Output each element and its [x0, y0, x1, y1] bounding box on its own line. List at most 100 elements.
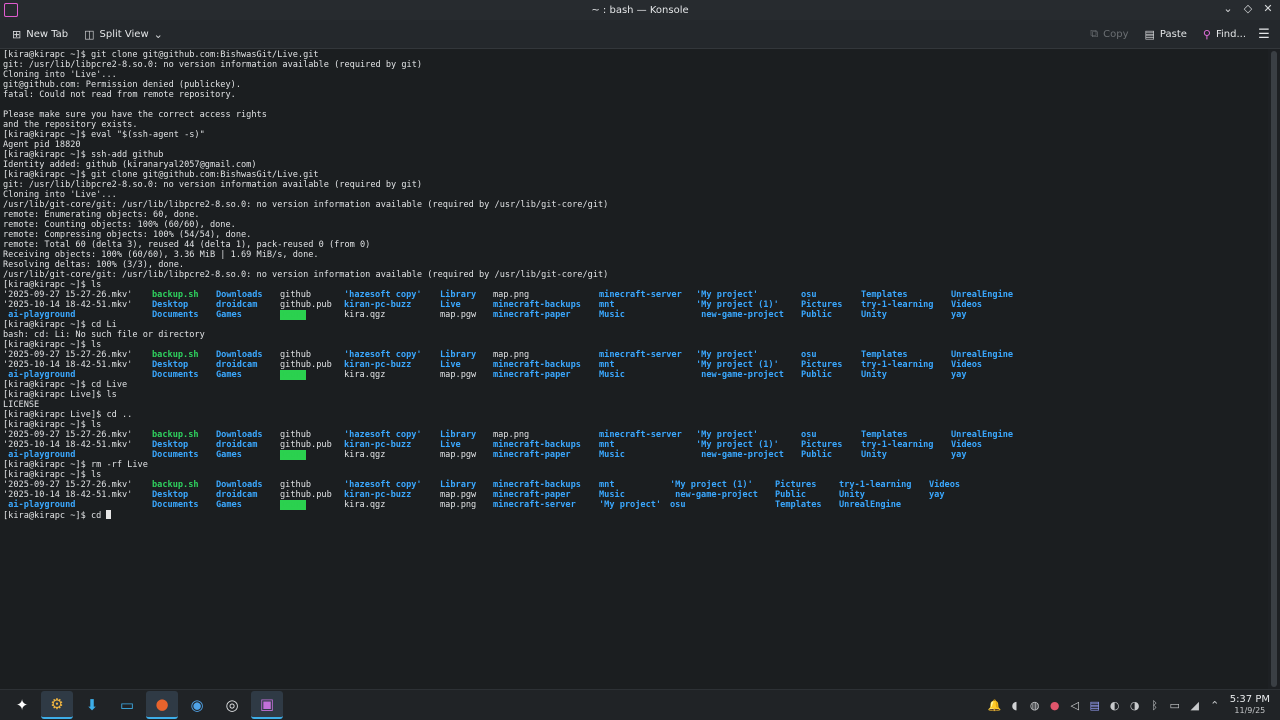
terminal-lines: [kira@kirapc ~]$ git clone git@github.co… [0, 49, 1268, 521]
game-controller-icon[interactable]: ◉ [181, 691, 213, 719]
ls-entry: Public [775, 490, 807, 500]
ls-output-row: ai-playground Documents Games icons kira.qgz… [3, 500, 1268, 510]
ls-entry: Music [599, 310, 625, 320]
ls-entry: '2025-10-14 18-42-51.mkv' [3, 360, 133, 370]
file-manager-icon[interactable]: ▭ [111, 691, 143, 719]
ls-entry: 'My project' [696, 430, 759, 440]
ls-entry: Downloads [216, 290, 263, 300]
ls-entry: try-1-learning [861, 440, 934, 450]
ls-entry: Games [216, 310, 242, 320]
terminal-line: [kira@kirapc ~]$ rm -rf Live [3, 460, 148, 470]
ls-entry: Public [801, 450, 833, 460]
window-titlebar[interactable]: ~ : bash — Konsole ⌄ ◇ ✕ [0, 0, 1280, 20]
ls-entry: '2025-09-27 15-27-26.mkv' [3, 430, 133, 440]
terminal-line: [kira@kirapc ~]$ eval "$(ssh-agent -s)" [3, 130, 205, 140]
ls-entry: Templates [775, 500, 822, 510]
bluetooth-icon[interactable]: ᛒ [1148, 699, 1162, 712]
terminal-line: remote: Total 60 (delta 3), reused 44 (d… [3, 240, 371, 250]
ls-entry: github.pub [280, 490, 332, 500]
copy-icon: ⧉ [1090, 27, 1099, 40]
app-launcher-icon[interactable]: ✦ [6, 691, 38, 719]
display-icon[interactable]: ▭ [1168, 699, 1182, 712]
split-view-icon: ◫ [84, 27, 95, 41]
ls-entry: Videos [951, 360, 983, 370]
search-icon: ⚲ [1202, 27, 1211, 41]
ls-entry: Games [216, 450, 242, 460]
ls-entry: kira.qgz [344, 450, 386, 460]
terminal-line: git: /usr/lib/libpcre2-8.so.0: no versio… [3, 180, 423, 190]
ls-entry: new-game-project [696, 370, 784, 380]
scrollbar-thumb[interactable] [1271, 51, 1277, 687]
terminal-line: [kira@kirapc Live]$ cd .. [3, 410, 133, 420]
ls-entry: yay [951, 310, 967, 320]
ls-entry: kira.qgz [344, 310, 386, 320]
microphone-icon[interactable]: ◑ [1128, 699, 1142, 712]
hamburger-menu-icon[interactable]: ☰ [1256, 27, 1272, 42]
ls-entry: mnt [599, 440, 615, 450]
volume-icon[interactable]: ◁ [1068, 699, 1082, 712]
paste-icon: ▤ [1144, 27, 1155, 41]
obs-icon[interactable]: ◎ [216, 691, 248, 719]
ls-entry: Videos [951, 440, 983, 450]
clock[interactable]: 5:37 PM 11/9/25 [1230, 694, 1270, 716]
ls-entry: Desktop [152, 490, 189, 500]
copy-button[interactable]: ⧉ Copy [1084, 22, 1134, 46]
ls-entry: yay [951, 370, 967, 380]
tray-expand-icon[interactable]: ⌃ [1208, 699, 1222, 712]
terminal-line: Identity added: github (kiranaryal2057@g… [3, 160, 257, 170]
ls-entry: backup.sh [152, 290, 199, 300]
ls-entry: ai-playground [3, 450, 76, 460]
steam-icon[interactable]: ◍ [1028, 699, 1042, 712]
command-prompt[interactable]: [kira@kirapc ~]$ cd [3, 510, 1268, 521]
ls-entry: Games [216, 370, 242, 380]
ls-entry: kira.qgz [344, 370, 386, 380]
terminal-line: Cloning into 'Live'... [3, 70, 117, 80]
konsole-icon[interactable]: ▣ [251, 691, 283, 719]
ls-entry: Public [801, 310, 833, 320]
terminal-line: /usr/lib/git-core/git: /usr/lib/libpcre2… [3, 270, 609, 280]
ls-entry: icons [280, 450, 306, 460]
maximize-icon[interactable]: ◇ [1242, 2, 1254, 15]
copy-label: Copy [1103, 28, 1129, 40]
system-settings-icon[interactable]: ⚙ [41, 691, 73, 719]
firefox-icon[interactable]: ● [146, 691, 178, 719]
clock-date: 11/9/25 [1234, 706, 1266, 715]
ls-entry: osu [801, 290, 817, 300]
ls-entry: minecraft-paper [493, 370, 571, 380]
notification-bell-icon[interactable]: 🔔 [988, 699, 1002, 712]
theme-icon[interactable]: ◐ [1108, 699, 1122, 712]
ls-entry: map.png [493, 290, 530, 300]
ls-entry: 'My project (1)' [670, 480, 753, 490]
record-icon[interactable]: ● [1048, 699, 1062, 712]
split-view-button[interactable]: ◫ Split View ⌄ [78, 22, 169, 46]
find-button[interactable]: ⚲ Find... [1197, 22, 1252, 46]
ls-entry: backup.sh [152, 350, 199, 360]
ls-entry: Templates [861, 350, 908, 360]
ls-entry: minecraft-paper [493, 450, 571, 460]
ls-entry: Videos [951, 300, 983, 310]
ls-entry: minecraft-server [493, 500, 576, 510]
ls-entry: icons [280, 370, 306, 380]
ls-entry: Public [801, 370, 833, 380]
close-icon[interactable]: ✕ [1262, 2, 1274, 15]
terminal-output[interactable]: [kira@kirapc ~]$ git clone git@github.co… [0, 49, 1268, 689]
ls-entry: osu [670, 500, 686, 510]
terminal-line: Receiving objects: 100% (60/60), 3.36 Mi… [3, 250, 319, 260]
clock-time: 5:37 PM [1229, 694, 1270, 705]
discover-icon[interactable]: ⬇ [76, 691, 108, 719]
discord-icon[interactable]: ◖ [1008, 699, 1022, 712]
terminal-line: and the repository exists. [3, 120, 138, 130]
clipboard-icon[interactable]: ▤ [1088, 699, 1102, 712]
ls-entry: Unity [861, 450, 887, 460]
ls-entry: minecraft-backups [493, 300, 581, 310]
network-icon[interactable]: ◢ [1188, 699, 1202, 712]
ls-entry: ai-playground [3, 310, 76, 320]
ls-entry: 'hazesoft copy' [344, 290, 422, 300]
terminal-line: remote: Counting objects: 100% (60/60), … [3, 220, 236, 230]
new-tab-button[interactable]: ⊞ New Tab [6, 22, 74, 46]
minimize-icon[interactable]: ⌄ [1222, 2, 1234, 15]
terminal-scrollbar[interactable] [1268, 49, 1280, 689]
paste-button[interactable]: ▤ Paste [1139, 22, 1193, 46]
window-title: ~ : bash — Konsole [591, 4, 689, 16]
ls-entry: github.pub [280, 300, 332, 310]
